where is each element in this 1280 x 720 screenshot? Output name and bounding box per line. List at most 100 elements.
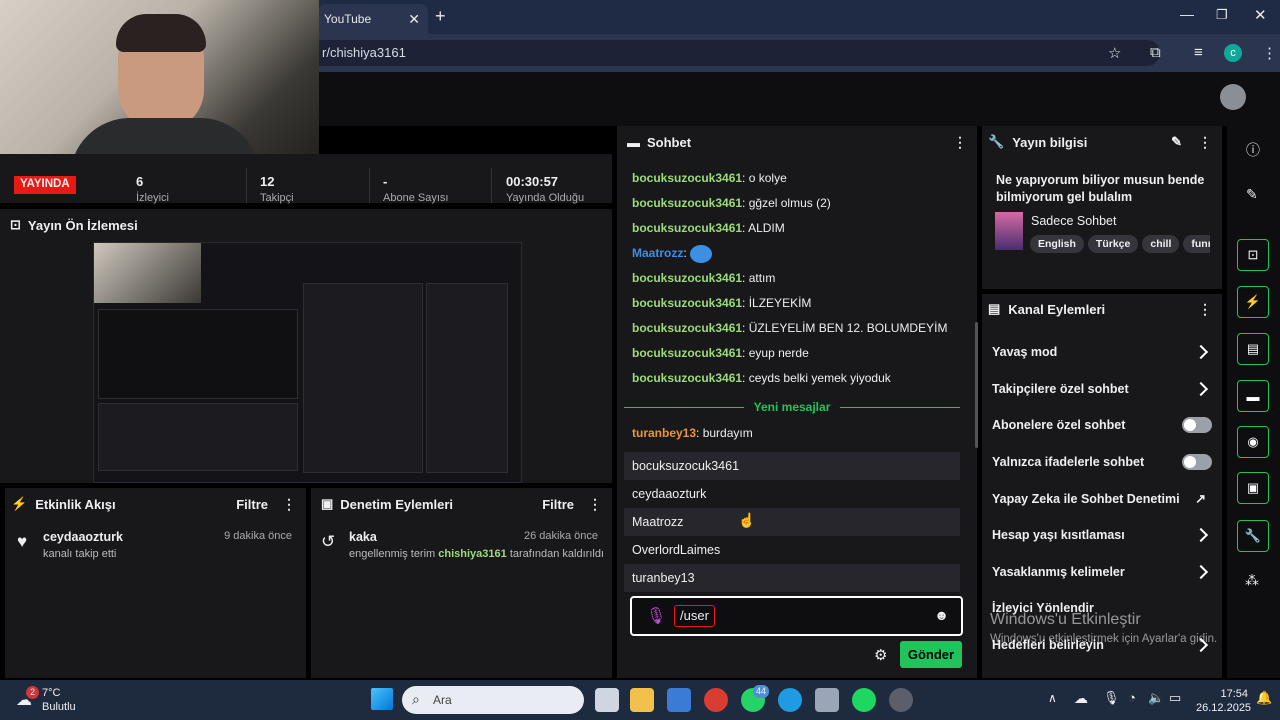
rail-broadcast-button[interactable]: ◉: [1237, 426, 1269, 458]
notifications-icon[interactable]: 🔔: [1256, 690, 1272, 706]
chevron-right-icon[interactable]: [1193, 528, 1209, 543]
rail-chat-button[interactable]: ▬: [1237, 380, 1269, 412]
channel-action-row[interactable]: Yapay Zeka ile Sohbet Denetimi ↗: [982, 480, 1222, 517]
chat-username[interactable]: bocuksuzocuk3461: [632, 171, 742, 185]
chat-scrollbar[interactable]: [975, 322, 978, 448]
obs-icon[interactable]: [889, 688, 913, 712]
rail-preview-button[interactable]: ⊡: [1237, 239, 1269, 271]
emote-picker-icon[interactable]: ☻: [934, 607, 949, 623]
spotify-icon[interactable]: [852, 688, 876, 712]
chat-username[interactable]: bocuksuzocuk3461: [632, 221, 742, 235]
channel-action-row[interactable]: Hesap yaşı kısıtlaması: [982, 517, 1222, 554]
activity-title: Etkinlik Akışı: [35, 496, 116, 512]
activity-user[interactable]: ceydaaozturk: [43, 530, 123, 544]
chat-username[interactable]: bocuksuzocuk3461: [632, 321, 742, 335]
extensions-icon[interactable]: ⧉: [1150, 44, 1161, 61]
mention-suggestion[interactable]: ceydaaozturk: [624, 480, 960, 508]
rail-moderation-button[interactable]: ▣: [1237, 472, 1269, 504]
channel-action-row[interactable]: Yavaş mod: [982, 334, 1222, 371]
toggle-switch[interactable]: [1182, 454, 1212, 471]
activity-filter-button[interactable]: Filtre: [236, 497, 268, 512]
user-avatar[interactable]: [1220, 84, 1246, 110]
rail-tools-button[interactable]: 🔧: [1237, 520, 1269, 552]
new-tab-icon[interactable]: +: [435, 6, 446, 27]
edge-icon[interactable]: [778, 688, 802, 712]
calculator-icon[interactable]: [815, 688, 839, 712]
chat-username[interactable]: Maatrozz: [632, 246, 683, 260]
close-tab-icon[interactable]: ✕: [408, 11, 420, 28]
profile-icon[interactable]: c: [1224, 44, 1242, 62]
chevron-right-icon[interactable]: [1193, 381, 1209, 396]
stream-tag[interactable]: funny: [1183, 235, 1210, 253]
preview-video[interactable]: [93, 242, 522, 483]
chat-settings-icon[interactable]: ⚙: [874, 646, 887, 664]
wifi-icon[interactable]: ◔: [1128, 690, 1136, 705]
send-button[interactable]: Gönder: [900, 641, 962, 668]
channel-actions-menu-icon[interactable]: ⋮: [1198, 301, 1212, 318]
battery-icon[interactable]: ▭: [1169, 690, 1181, 706]
mention-suggestion[interactable]: OverlordLaimes: [624, 536, 960, 564]
url-field[interactable]: r/chishiya3161: [300, 40, 1160, 66]
maximize-icon[interactable]: ❐: [1216, 7, 1228, 23]
rail-notes-button[interactable]: ▤: [1237, 333, 1269, 365]
mention-suggestion[interactable]: Maatrozz: [624, 508, 960, 536]
volume-icon[interactable]: 🔈: [1148, 690, 1164, 706]
stream-tag[interactable]: Türkçe: [1087, 235, 1139, 253]
chat-username[interactable]: bocuksuzocuk3461: [632, 271, 742, 285]
chat-menu-icon[interactable]: ⋮: [953, 134, 967, 151]
apps-icon[interactable]: ⁂: [1245, 572, 1259, 589]
activity-menu-icon[interactable]: ⋮: [282, 496, 296, 513]
stream-category[interactable]: Sadece Sohbet: [1031, 214, 1117, 228]
moderation-menu-icon[interactable]: ⋮: [588, 496, 602, 513]
channel-action-row[interactable]: Takipçilere özel sohbet: [982, 371, 1222, 408]
pencil-icon[interactable]: ✎: [1246, 186, 1258, 203]
moderation-moderator[interactable]: chishiya3161: [438, 548, 507, 560]
chat-username[interactable]: bocuksuzocuk3461: [632, 296, 742, 310]
weather-widget[interactable]: ☁ 2 7°C Bulutlu: [14, 686, 104, 714]
chrome-icon[interactable]: [704, 688, 728, 712]
taskbar-search-box[interactable]: ⌕ Ara: [402, 686, 584, 714]
chat-username[interactable]: turanbey13: [632, 426, 696, 440]
moderation-time: 26 dakika önce: [524, 530, 598, 542]
bookmark-star-icon[interactable]: ☆: [1108, 44, 1121, 62]
stream-tag[interactable]: English: [1030, 235, 1084, 253]
chat-username[interactable]: bocuksuzocuk3461: [632, 371, 742, 385]
chat-input-box[interactable]: 🎙 /user ☻: [630, 596, 963, 636]
rail-activity-button[interactable]: ⚡: [1237, 286, 1269, 318]
media-control-icon[interactable]: ≡: [1194, 44, 1203, 61]
stream-tag[interactable]: chill: [1142, 235, 1180, 253]
channel-action-row[interactable]: Abonelere özel sohbet: [982, 407, 1222, 444]
external-link-icon[interactable]: ↗: [1195, 491, 1206, 507]
browser-tab[interactable]: YouTube ✕: [318, 4, 428, 34]
stream-info-menu-icon[interactable]: ⋮: [1198, 134, 1212, 151]
mention-suggestion[interactable]: bocuksuzocuk3461: [624, 452, 960, 480]
onedrive-icon[interactable]: ☁: [1074, 690, 1088, 707]
microphone-icon[interactable]: 🎙: [646, 606, 666, 626]
file-explorer-icon[interactable]: [630, 688, 654, 712]
chevron-right-icon[interactable]: [1193, 345, 1209, 360]
task-view-icon[interactable]: [595, 688, 619, 712]
moderation-filter-button[interactable]: Filtre: [542, 497, 574, 512]
channel-action-row[interactable]: Yasaklanmış kelimeler: [982, 554, 1222, 591]
channel-action-row[interactable]: Yalnızca ifadelerle sohbet: [982, 444, 1222, 481]
start-windows-icon[interactable]: [371, 688, 393, 710]
mention-suggestion[interactable]: turanbey13: [624, 564, 960, 592]
chat-username[interactable]: bocuksuzocuk3461: [632, 196, 742, 210]
clock[interactable]: 17:54 26.12.2025: [1196, 687, 1251, 715]
microphone-icon[interactable]: 🎙: [1103, 690, 1120, 706]
moderation-text: engellenmiş terim chishiya3161 tarafında…: [349, 548, 604, 560]
minimize-icon[interactable]: —: [1180, 6, 1194, 22]
store-icon[interactable]: [667, 688, 691, 712]
chat-username[interactable]: bocuksuzocuk3461: [632, 346, 742, 360]
toggle-switch[interactable]: [1182, 417, 1212, 434]
info-icon[interactable]: ⓘ: [1246, 140, 1260, 160]
moderation-user[interactable]: kaka: [349, 530, 377, 544]
chevron-right-icon[interactable]: [1193, 564, 1209, 579]
tray-chevron-icon[interactable]: ∧: [1048, 691, 1057, 705]
moderation-icon: ▣: [1246, 480, 1260, 495]
chat-input-text[interactable]: /user: [674, 605, 715, 627]
edit-pencil-icon[interactable]: ✎: [1171, 134, 1182, 150]
close-window-icon[interactable]: ✕: [1254, 6, 1267, 24]
browser-menu-icon[interactable]: ⋮: [1262, 44, 1277, 62]
chat-message: bocuksuzocuk3461: eyup nerde: [632, 346, 809, 360]
